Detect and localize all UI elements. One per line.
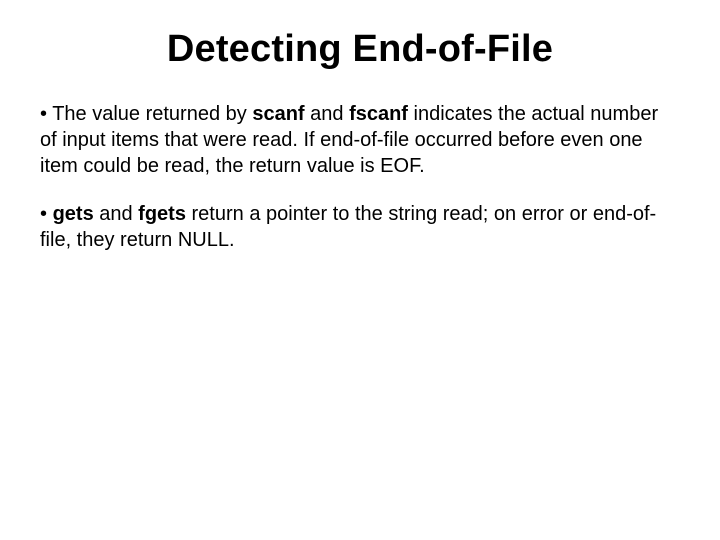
slide: Detecting End-of-File • The value return… — [0, 0, 720, 540]
code-term: fscanf — [349, 103, 408, 125]
bullet-text: and — [94, 203, 138, 225]
bullet-mark-icon: • — [40, 103, 52, 125]
code-term: scanf — [252, 103, 304, 125]
code-term: gets — [53, 203, 94, 225]
bullet-text: and — [305, 103, 349, 125]
bullet-item: • The value returned by scanf and fscanf… — [40, 101, 680, 179]
code-term: fgets — [138, 203, 186, 225]
bullet-mark-icon: • — [40, 203, 53, 225]
bullet-text: The value returned by — [52, 103, 252, 125]
slide-title: Detecting End-of-File — [40, 28, 680, 71]
bullet-item: • gets and fgets return a pointer to the… — [40, 201, 680, 253]
